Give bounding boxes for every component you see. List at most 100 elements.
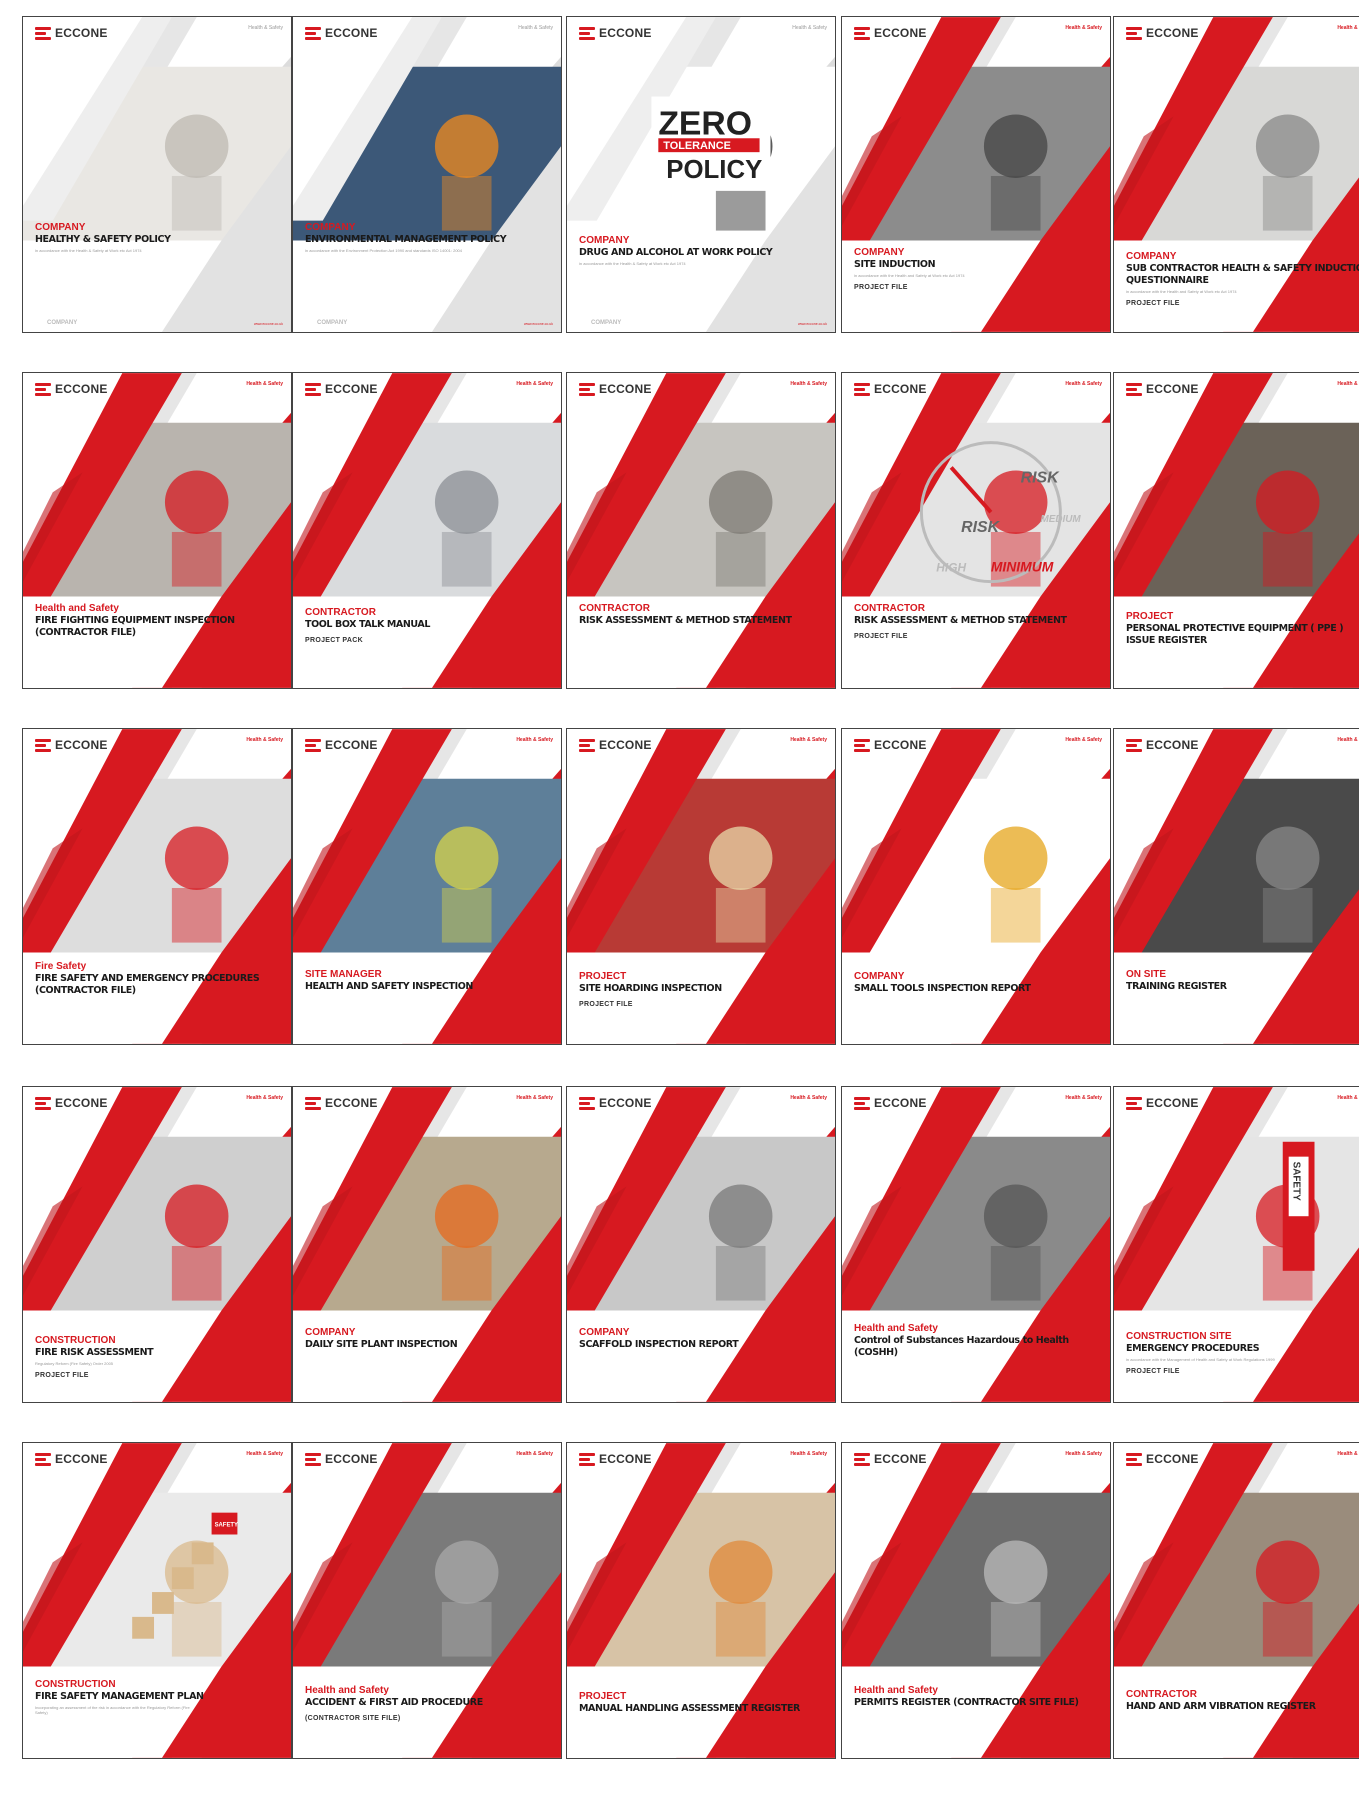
logo-text: ECCONE [599,738,652,752]
document-cover[interactable]: SAFETY ECCONE Health & Safety CONSTRUCTION … [1113,1086,1359,1403]
cover-tag: Health & Safety [246,381,283,387]
document-cover[interactable]: ECCONE Health & Safety Health and Safety PE… [841,1442,1111,1759]
cover-title: SITE INDUCTION [854,259,936,270]
cover-tag: Health & Safety [790,381,827,387]
cover-category: Health and Safety [854,1685,938,1696]
cover-subtitle: in accordance with the Health and Safety… [854,273,965,278]
cover-tag: Health & Safety [246,1451,283,1457]
cover-tag: Health & Safety [516,381,553,387]
cover-category: Health and Safety [854,1323,938,1334]
eccone-logo: ECCONE [35,26,108,40]
document-cover[interactable]: ECCONE Health & Safety COMPANY ENVIRONMENTA… [292,16,562,333]
logo-text: ECCONE [874,1452,927,1466]
cover-title: SMALL TOOLS INSPECTION REPORT [854,983,1031,994]
eccone-logo: ECCONE [305,738,378,752]
logo-text: ECCONE [874,1096,927,1110]
document-cover[interactable]: ECCONE Health & Safety CONTRACTOR RISK ASSE… [566,372,836,689]
cover-text: COMPANY ENVIRONMENTAL MANAGEMENT POLICY in… [305,222,551,253]
document-cover[interactable]: RISK RISK HIGH MINIMUM MEDIUM ECCONE Health & … [841,372,1111,689]
cover-title: Control of Substances Hazardous to Healt… [854,1335,1069,1358]
cover-subtitle: in accordance with the Management of Hea… [1126,1357,1275,1362]
cover-artwork [23,373,291,688]
cover-artwork [842,729,1110,1044]
document-cover[interactable]: ECCONE Health & Safety COMPANY SMALL TOOLS … [841,728,1111,1045]
document-cover[interactable]: ECCONE Health & Safety PROJECT MANUAL HANDL… [566,1442,836,1759]
logo-text: ECCONE [874,738,927,752]
document-cover[interactable]: ECCONE Health & Safety COMPANY HEALTHY & SA… [22,16,292,333]
cover-tag: Health & Safety [248,25,283,31]
cover-tag: Health & Safety [1337,381,1359,387]
cover-tag: Health & Safety [246,737,283,743]
logo-mark-icon [854,1096,870,1110]
cover-artwork [842,1443,1110,1758]
logo-text: ECCONE [599,1096,652,1110]
document-cover[interactable]: SAFETY ECCONE Health & Safety CONSTRUCTION F… [22,1442,292,1759]
logo-mark-icon [579,382,595,396]
document-cover[interactable]: ECCONE Health & Safety Health and Safety AC… [292,1442,562,1759]
eccone-logo: ECCONE [305,1452,378,1466]
eccone-logo: ECCONE [1126,738,1199,752]
eccone-logo: ECCONE [1126,382,1199,396]
cover-artwork: ZEROTOLERANCE POLICY [567,17,835,332]
document-cover[interactable]: ECCONE Health & Safety COMPANY DAILY SITE P… [292,1086,562,1403]
cover-text: CONTRACTOR HAND AND ARM VIBRATION REGISTE… [1126,1689,1359,1713]
logo-mark-icon [854,738,870,752]
cover-category: SITE MANAGER [305,969,382,980]
eccone-logo: ECCONE [854,26,927,40]
cover-text: CONSTRUCTION FIRE SAFETY MANAGEMENT PLAN I… [35,1679,281,1715]
document-cover[interactable]: ECCONE Health & Safety SITE MANAGER HEALTH … [292,728,562,1045]
cover-title: SITE HOARDING INSPECTION [579,983,722,994]
logo-mark-icon [35,738,51,752]
document-cover[interactable]: ECCONE Health & Safety ON SITETRAINING REG… [1113,728,1359,1045]
eccone-logo: ECCONE [579,1452,652,1466]
cover-text: CONTRACTOR RISK ASSESSMENT & METHOD STATE… [854,603,1100,640]
document-cover[interactable]: ECCONE Health & Safety CONSTRUCTION FIRE RI… [22,1086,292,1403]
document-cover[interactable]: ECCONE Health & Safety Fire Safety FIRE SAF… [22,728,292,1045]
cover-title: FIRE RISK ASSESSMENT [35,1347,154,1358]
document-cover[interactable]: ECCONE Health & Safety COMPANY SITE INDUCTI… [841,16,1111,333]
eccone-logo: ECCONE [1126,1452,1199,1466]
cover-artwork [567,373,835,688]
document-cover[interactable]: ECCONE Health & Safety CONTRACTORHAND AND … [1113,1442,1359,1759]
gauge-label-a: RISK [961,519,1000,536]
poster-line2: TOLERANCE [663,140,731,152]
cover-title: HEALTHY & SAFETY POLICY [35,234,171,245]
cover-grid: ECCONE Health & Safety COMPANY HEALTHY & SA… [0,0,1359,1797]
cover-footer-left: COMPANY [47,320,78,326]
cover-text: COMPANY SITE INDUCTION in accordance with … [854,247,1100,291]
cover-title: DAILY SITE PLANT INSPECTION [305,1339,458,1350]
cover-subtitle: Incorporating an assessment of the risk … [35,1705,190,1715]
document-cover[interactable]: ECCONE Health & Safety Health and Safety Co… [841,1086,1111,1403]
cover-tag: Health & Safety [246,1095,283,1101]
document-cover[interactable]: ECCONE Health & Safety COMPANY SCAFFOLD INS… [566,1086,836,1403]
document-cover[interactable]: ECCONE Health & Safety PROJECT SITE HOARDIN… [566,728,836,1045]
cover-text: Health and Safety FIRE FIGHTING EQUIPMENT… [35,603,281,639]
cover-text: ON SITE TRAINING REGISTER [1126,969,1359,993]
document-cover[interactable]: ECCONE Health & Safety CONTRACTOR TOOL BOX … [292,372,562,689]
cover-title: RISK ASSESSMENT & METHOD STATEMENT [579,615,792,626]
document-cover[interactable]: ECCONE Health & Safety COMPANYSUB CONTRACT… [1113,16,1359,333]
document-cover[interactable]: ZERO TOLERANCE POLICY ECCONE Health & Safety… [566,16,836,333]
cover-tag: Health & Safety [1065,1095,1102,1101]
cover-subtitle: in accordance with the Environment Prote… [305,248,462,253]
cover-title: SCAFFOLD INSPECTION REPORT [579,1339,739,1350]
cover-subtitle: Regulatory Reform (Fire Safety) Order 20… [35,1361,114,1366]
cover-title: FIRE SAFETY MANAGEMENT PLAN [35,1691,204,1702]
cover-tag: Health & Safety [518,25,553,31]
gauge-label-d: MINIMUM [991,559,1054,575]
cover-extra: PROJECT PACK [305,637,363,644]
cover-title: RISK ASSESSMENT & METHOD STATEMENT [854,615,1067,626]
cover-title: PERSONAL PROTECTIVE EQUIPMENT ( PPE ) IS… [1126,623,1344,646]
cover-tag: Health & Safety [1065,25,1102,31]
cover-title: PERMITS REGISTER (CONTRACTOR SITE FILE) [854,1697,1079,1708]
document-cover[interactable]: ECCONE Health & Safety Health and Safety FI… [22,372,292,689]
cover-footer-left: COMPANY [317,320,348,326]
cover-tag: Health & Safety [516,1451,553,1457]
eccone-logo: ECCONE [854,382,927,396]
document-cover[interactable]: ECCONE Health & Safety PROJECTPERSONAL PRO… [1113,372,1359,689]
eccone-logo: ECCONE [579,382,652,396]
cover-category: COMPANY [854,247,905,258]
cover-category: COMPANY [35,222,86,233]
cover-text: CONSTRUCTION FIRE RISK ASSESSMENT Regulato… [35,1335,281,1379]
cover-category: CONTRACTOR [579,603,650,614]
